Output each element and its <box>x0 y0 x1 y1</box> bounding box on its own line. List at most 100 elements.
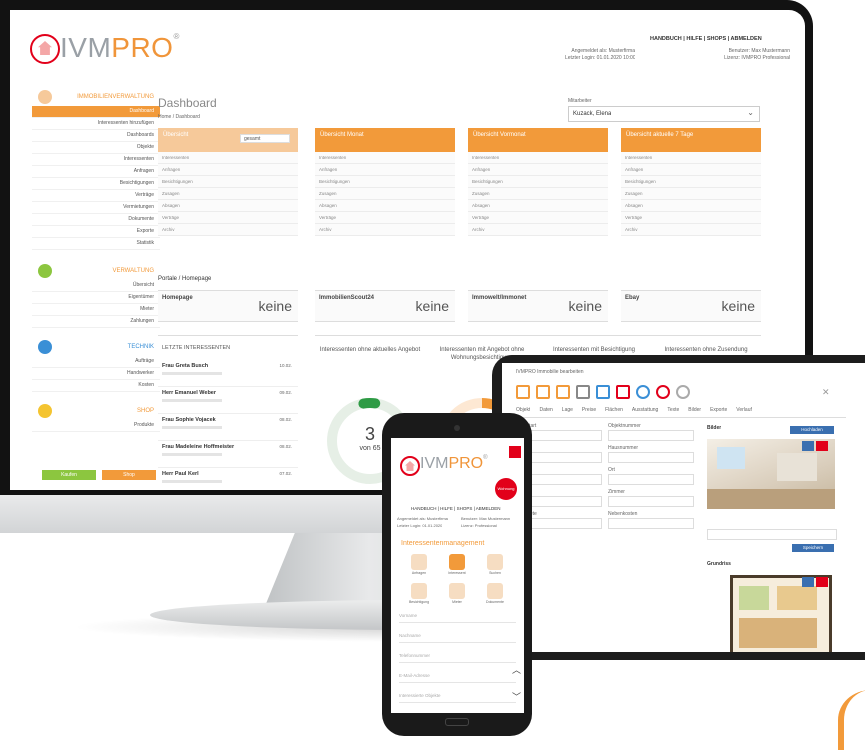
field-input[interactable] <box>608 496 694 507</box>
list-item[interactable]: Frau Sophie Vojacek 08.02. <box>158 414 298 441</box>
card-row[interactable]: Zusagen <box>158 188 298 200</box>
tab[interactable]: Ausstattung <box>632 407 658 414</box>
sidebar-item[interactable]: Statistik <box>32 238 160 250</box>
list-item[interactable]: Frau Greta Busch 10.02. <box>158 360 298 387</box>
phone-icon-tile[interactable]: Suchen <box>481 554 509 577</box>
tab[interactable]: Bilder <box>688 407 701 414</box>
edit-icon[interactable] <box>802 577 814 587</box>
toolbar-icon[interactable] <box>656 385 670 399</box>
card-row[interactable]: Anfragen <box>621 164 761 176</box>
card-row[interactable]: Absagen <box>158 200 298 212</box>
sidebar-item[interactable]: Produkte <box>32 420 160 432</box>
save-button[interactable]: Speichern <box>792 544 834 552</box>
card-row[interactable]: Besichtigungen <box>315 176 455 188</box>
phone-icon-tile[interactable]: Dokumente <box>481 583 509 606</box>
card-row[interactable]: Absagen <box>468 200 608 212</box>
toolbar-icon[interactable] <box>556 385 570 399</box>
card-row[interactable]: Interessenten <box>621 152 761 164</box>
toolbar-icon[interactable] <box>676 385 690 399</box>
phone-input[interactable]: Nachname <box>399 630 516 643</box>
sidebar-item[interactable]: Vermietungen <box>32 202 160 214</box>
sidebar-item[interactable]: Eigentümer <box>32 292 160 304</box>
chevron-up-icon[interactable]: ︿ <box>512 663 521 676</box>
list-item[interactable]: Frau Madeleine Hoffmeister 08.02. <box>158 441 298 468</box>
period-select[interactable]: gesamt <box>240 134 290 143</box>
tab[interactable]: Daten <box>539 407 552 414</box>
field-input[interactable] <box>608 474 694 485</box>
sidebar-item[interactable]: Verträge <box>32 190 160 202</box>
card-row[interactable]: Verträge <box>468 212 608 224</box>
sidebar-item[interactable]: Interessenten hinzufügen <box>32 118 160 130</box>
breadcrumb[interactable]: Home / Dashboard <box>158 114 200 121</box>
tab[interactable]: Verlauf <box>736 407 752 414</box>
field-input[interactable] <box>608 518 694 529</box>
sidebar-section-verwaltung[interactable]: VERWALTUNG <box>32 262 160 280</box>
tab[interactable]: Exporte <box>710 407 727 414</box>
card-row[interactable]: Zusagen <box>468 188 608 200</box>
sidebar-item[interactable]: Besichtigungen <box>32 178 160 190</box>
list-item[interactable]: Herr Emanuel Weber 09.02. <box>158 387 298 414</box>
card-row[interactable]: Archiv <box>158 224 298 236</box>
form-field[interactable]: Zimmer <box>608 489 694 507</box>
delete-icon[interactable] <box>816 441 828 451</box>
card-row[interactable]: Anfragen <box>158 164 298 176</box>
tab[interactable]: Objekt <box>516 407 530 414</box>
sidebar-item[interactable]: Handwerker <box>32 368 160 380</box>
card-row[interactable]: Verträge <box>315 212 455 224</box>
card-row[interactable]: Absagen <box>621 200 761 212</box>
tab[interactable]: Texte <box>667 407 679 414</box>
card-row[interactable]: Verträge <box>158 212 298 224</box>
phone-icon-tile[interactable]: Interessent <box>443 554 471 577</box>
toolbar-icon[interactable] <box>596 385 610 399</box>
phone-input[interactable]: Vorname <box>399 610 516 623</box>
sidebar-item[interactable]: Zahlungen <box>32 316 160 328</box>
buy-button[interactable]: Kaufen <box>42 470 96 480</box>
sidebar-item[interactable]: Kosten <box>32 380 160 392</box>
tab[interactable]: Preise <box>582 407 596 414</box>
card-row[interactable]: Archiv <box>468 224 608 236</box>
edit-icon[interactable] <box>802 441 814 451</box>
sidebar-item[interactable]: Dashboard <box>32 106 160 118</box>
sidebar-item[interactable]: Exporte <box>32 226 160 238</box>
logo[interactable]: IVMPRO® <box>420 455 488 473</box>
card-row[interactable]: Archiv <box>621 224 761 236</box>
tab[interactable]: Flächen <box>605 407 623 414</box>
card-row[interactable]: Absagen <box>315 200 455 212</box>
card-row[interactable]: Zusagen <box>621 188 761 200</box>
card-row[interactable]: Verträge <box>621 212 761 224</box>
card-row[interactable]: Anfragen <box>315 164 455 176</box>
form-field[interactable]: Nebenkosten <box>608 511 694 529</box>
sidebar-item[interactable]: Objekte <box>32 142 160 154</box>
field-input[interactable] <box>608 452 694 463</box>
card-row[interactable]: Archiv <box>315 224 455 236</box>
shop-button[interactable]: Shop <box>102 470 156 480</box>
sidebar-section-shop[interactable]: SHOP <box>32 402 160 420</box>
toolbar-icon[interactable] <box>636 385 650 399</box>
toolbar-icon[interactable] <box>536 385 550 399</box>
toolbar-icon[interactable] <box>616 385 630 399</box>
phone-input[interactable]: Telefonnummer <box>399 650 516 663</box>
phone-icon-tile[interactable]: Besichtigung <box>405 583 433 606</box>
phone-input[interactable]: Interessierte Objekte <box>399 690 516 703</box>
sidebar-item[interactable]: Dashboards <box>32 130 160 142</box>
card-row[interactable]: Interessenten <box>315 152 455 164</box>
sidebar-item[interactable]: Anfragen <box>32 166 160 178</box>
card-row[interactable]: Zusagen <box>315 188 455 200</box>
menu-icon[interactable] <box>509 446 521 458</box>
sidebar-item[interactable]: Interessenten <box>32 154 160 166</box>
card-row[interactable]: Besichtigungen <box>621 176 761 188</box>
delete-icon[interactable] <box>816 577 828 587</box>
toolbar-icon[interactable] <box>576 385 590 399</box>
phone-input[interactable]: E-Mail-Adresse <box>399 670 516 683</box>
chevron-down-icon[interactable]: ﹀ <box>512 690 521 703</box>
phone-top-links[interactable]: HANDBUCH | HILFE | SHOPS | ABMELDEN <box>411 505 501 512</box>
card-row[interactable]: Interessenten <box>158 152 298 164</box>
phone-icon-tile[interactable]: Mieter <box>443 583 471 606</box>
phone-home-button[interactable] <box>445 718 469 726</box>
employee-select[interactable]: Kuzack, Elena ⌄ <box>568 106 760 122</box>
upload-button[interactable]: Hochladen <box>790 426 834 434</box>
form-field[interactable]: Hausnummer <box>608 445 694 463</box>
logo[interactable]: IVMPRO® <box>60 32 180 64</box>
phone-icon-tile[interactable]: Anfragen <box>405 554 433 577</box>
card-row[interactable]: Anfragen <box>468 164 608 176</box>
